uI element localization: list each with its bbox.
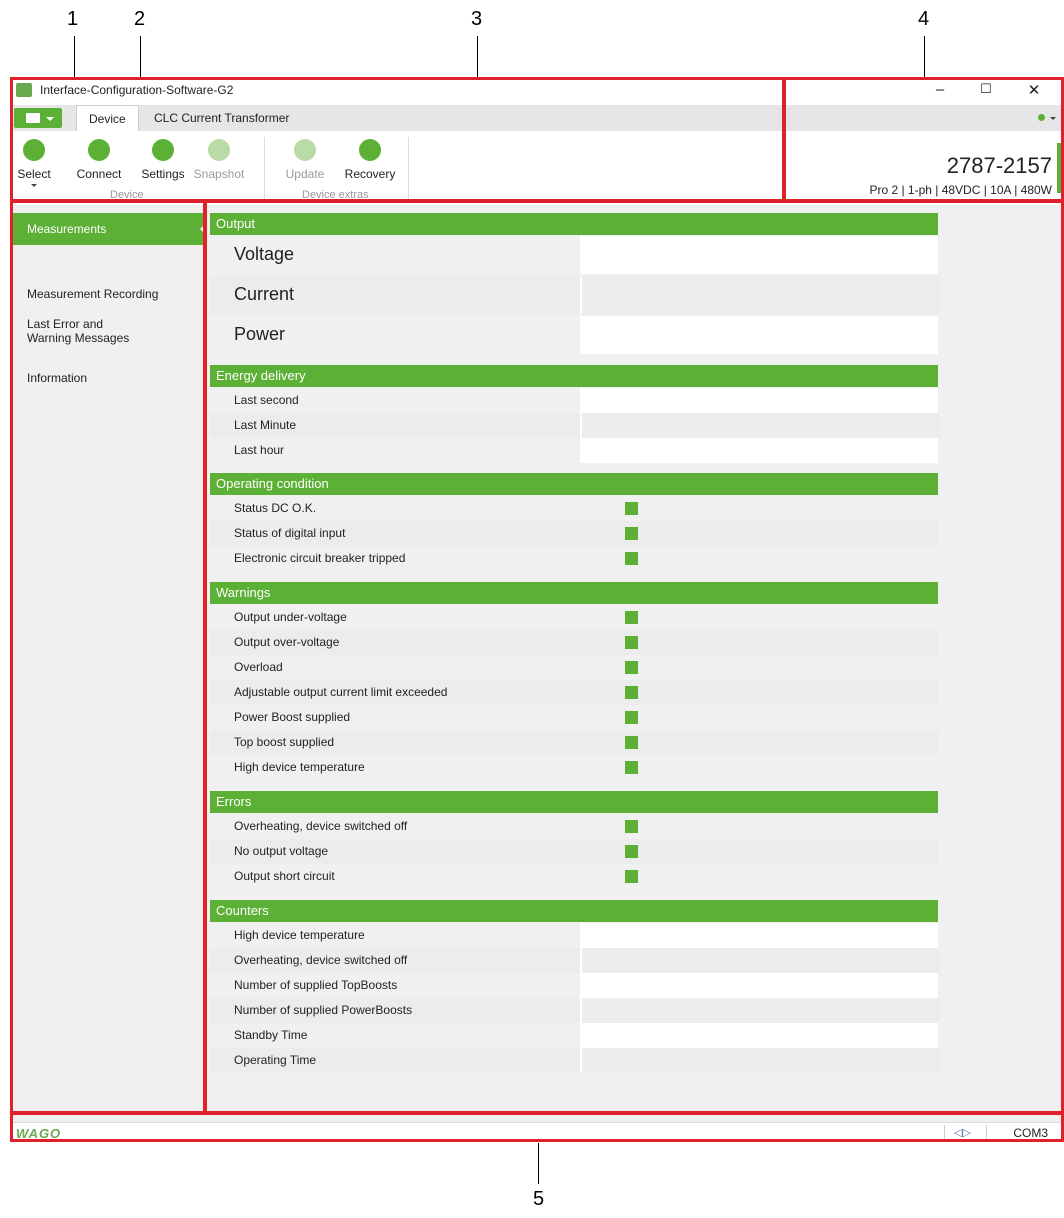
callout-2: 2	[134, 8, 146, 30]
highlight-main-panel	[204, 200, 1064, 1114]
highlight-ribbon	[10, 77, 785, 202]
callout-4: 4	[918, 8, 930, 30]
callout-1: 1	[67, 8, 79, 30]
highlight-sidebar	[10, 200, 206, 1114]
highlight-status-bar	[10, 1112, 1064, 1142]
highlight-device-info	[783, 77, 1064, 202]
callout-3: 3	[471, 8, 483, 30]
callout-5: 5	[533, 1188, 545, 1210]
